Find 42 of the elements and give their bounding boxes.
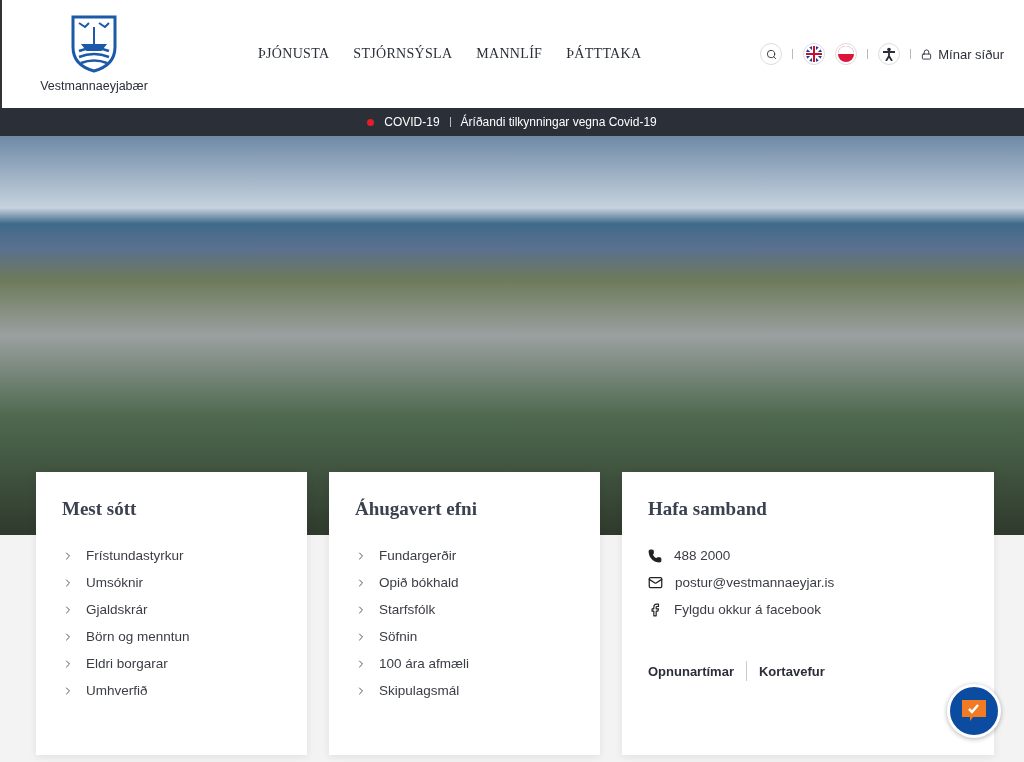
alert-tag[interactable]: COVID-19 <box>384 115 440 129</box>
facebook-icon <box>648 602 662 617</box>
card-link[interactable]: Fundargerðir <box>379 548 457 563</box>
search-button[interactable] <box>760 43 783 65</box>
alert-message[interactable]: Áríðandi tilkynningar vegna Covid-19 <box>460 115 657 129</box>
contact-link[interactable]: postur@vestmannaeyjar.is <box>675 575 835 590</box>
card-title: Mest sótt <box>62 498 138 520</box>
uk-flag-button[interactable] <box>803 43 826 65</box>
nav-link[interactable]: MANNLÍF <box>476 46 543 62</box>
card-link[interactable]: Eldri borgarar <box>86 656 168 671</box>
coat-of-arms-logo[interactable] <box>71 15 117 73</box>
card-link[interactable]: Umsóknir <box>86 575 143 590</box>
phone-icon <box>648 548 662 563</box>
card-link[interactable]: Skipulagsmál <box>379 683 460 698</box>
my-pages-link[interactable]: Mínar síður <box>938 46 1004 62</box>
contact-link[interactable]: 488 2000 <box>674 548 731 563</box>
card-link[interactable]: Frístundastyrkur <box>86 548 184 563</box>
card-link[interactable]: 100 ára afmæli <box>379 656 470 671</box>
accessibility-button[interactable] <box>878 43 901 65</box>
uk-flag-icon <box>806 46 823 62</box>
lock-icon <box>921 48 933 60</box>
search-icon <box>765 48 777 60</box>
contact-footer-link[interactable]: Kortavefur <box>758 663 825 679</box>
polish-flag-icon <box>838 46 855 62</box>
nav-link[interactable]: ÞJÓNUSTA <box>258 46 330 62</box>
card-link[interactable]: Opið bókhald <box>379 575 459 590</box>
card-link[interactable]: Umhverfið <box>86 683 148 698</box>
card-title: Hafa samband <box>648 498 768 520</box>
nav-link[interactable]: STJÓRNSÝSLA <box>353 46 453 62</box>
contact-link[interactable]: Fylgdu okkur á facebook <box>674 602 822 617</box>
card-link[interactable]: Starfsfólk <box>379 602 436 617</box>
contact-footer-link[interactable]: Opnunartímar <box>648 663 734 679</box>
card-link[interactable]: Börn og menntun <box>86 629 190 644</box>
chat-check-icon <box>961 699 987 723</box>
nav-link[interactable]: ÞÁTTTAKA <box>566 46 642 62</box>
card-title: Áhugavert efni <box>355 498 478 520</box>
card-link[interactable]: Gjaldskrár <box>86 602 148 617</box>
person-icon <box>882 47 897 61</box>
logo-text: Vestmannaeyjabær <box>40 79 148 93</box>
card-link[interactable]: Söfnin <box>379 629 418 644</box>
polish-flag-button[interactable] <box>835 43 858 65</box>
envelope-icon <box>648 575 663 590</box>
